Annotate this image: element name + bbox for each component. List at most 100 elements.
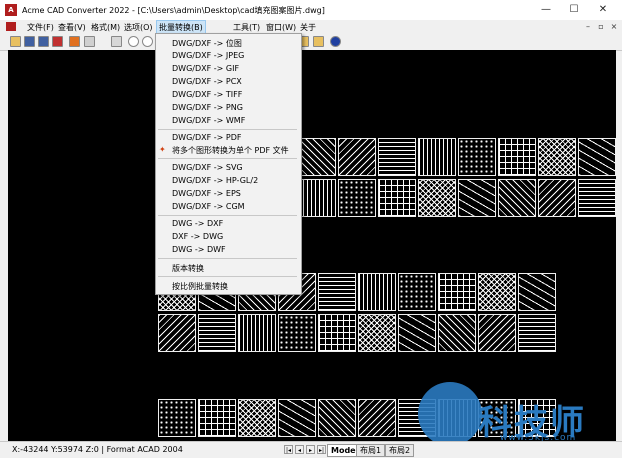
hatch-pattern xyxy=(358,273,396,311)
menu-item-dwg-to-dwf[interactable]: DWG -> DWF xyxy=(172,245,226,254)
menu-bar: 文件(F) 查看(V) 格式(M) 选项(O) 批量转换(B) 工具(T) 窗口… xyxy=(0,20,622,35)
close-button[interactable]: ✕ xyxy=(590,2,616,18)
hatch-pattern xyxy=(538,179,576,217)
drawing-canvas[interactable] xyxy=(8,50,616,441)
home-icon[interactable] xyxy=(313,36,324,47)
toolbar xyxy=(0,34,622,51)
hatch-pattern xyxy=(198,399,236,437)
menu-file[interactable]: 文件(F) xyxy=(27,22,54,33)
hatch-pattern xyxy=(398,314,436,352)
menu-item-gif[interactable]: DWG/DXF -> GIF xyxy=(172,64,239,73)
hatch-pattern xyxy=(458,138,496,176)
mdi-minimize-icon[interactable]: – xyxy=(583,22,593,32)
batch-convert-menu: DWG/DXF -> 位图 DWG/DXF -> JPEG DWG/DXF ->… xyxy=(155,33,302,295)
hatch-pattern xyxy=(318,314,356,352)
watermark-logo-icon xyxy=(418,382,482,446)
hatch-pattern xyxy=(478,314,516,352)
tab-layout1[interactable]: 布局1 xyxy=(356,444,386,457)
menu-item-pcx[interactable]: DWG/DXF -> PCX xyxy=(172,77,242,86)
first-tab-icon[interactable]: |◂ xyxy=(284,445,293,454)
hatch-pattern xyxy=(338,179,376,217)
tab-layout2[interactable]: 布局2 xyxy=(385,444,415,457)
hatch-pattern xyxy=(238,314,276,352)
save-as-icon[interactable] xyxy=(38,36,49,47)
title-bar: A Acme CAD Converter 2022 - [C:\Users\ad… xyxy=(0,0,622,21)
menu-item-pdf[interactable]: DWG/DXF -> PDF xyxy=(172,133,241,142)
hatch-pattern xyxy=(398,273,436,311)
hatch-pattern xyxy=(318,399,356,437)
menu-window[interactable]: 窗口(W) xyxy=(266,22,296,33)
menu-item-wmf[interactable]: DWG/DXF -> WMF xyxy=(172,116,245,125)
hatch-pattern xyxy=(518,314,556,352)
save-icon[interactable] xyxy=(24,36,35,47)
menu-item-eps[interactable]: DWG/DXF -> EPS xyxy=(172,189,241,198)
menu-format[interactable]: 格式(M) xyxy=(91,22,120,33)
hatch-pattern xyxy=(478,273,516,311)
open-icon[interactable] xyxy=(10,36,21,47)
window-title: Acme CAD Converter 2022 - [C:\Users\admi… xyxy=(22,6,325,15)
hatch-pattern xyxy=(578,138,616,176)
minimize-button[interactable]: — xyxy=(533,2,559,18)
hatch-pattern xyxy=(418,179,456,217)
hatch-pattern xyxy=(518,273,556,311)
hatch-pattern xyxy=(578,179,616,217)
last-tab-icon[interactable]: ▸| xyxy=(317,445,326,454)
hatch-pattern xyxy=(378,138,416,176)
hatch-pattern xyxy=(158,399,196,437)
zoom-icon[interactable] xyxy=(128,36,139,47)
menu-item-scale-batch[interactable]: 按比例批量转换 xyxy=(172,281,228,292)
print-icon[interactable] xyxy=(111,36,122,47)
hatch-pattern xyxy=(198,314,236,352)
menu-item-cgm[interactable]: DWG/DXF -> CGM xyxy=(172,202,245,211)
mdi-close-icon[interactable]: × xyxy=(609,22,619,32)
hatch-pattern xyxy=(458,179,496,217)
menu-options[interactable]: 选项(O) xyxy=(124,22,153,33)
menu-item-png[interactable]: DWG/DXF -> PNG xyxy=(172,103,243,112)
menu-item-bitmap[interactable]: DWG/DXF -> 位图 xyxy=(172,38,242,49)
hatch-pattern xyxy=(358,399,396,437)
hatch-pattern xyxy=(538,138,576,176)
hatch-pattern xyxy=(338,138,376,176)
menu-about[interactable]: 关于 xyxy=(300,22,316,33)
info-icon[interactable] xyxy=(330,36,341,47)
hatch-pattern xyxy=(358,314,396,352)
maximize-button[interactable]: ☐ xyxy=(561,2,587,18)
menu-item-dwg-to-dxf[interactable]: DWG -> DXF xyxy=(172,219,223,228)
hatch-pattern xyxy=(318,273,356,311)
hatch-pattern xyxy=(298,138,336,176)
menu-tools[interactable]: 工具(T) xyxy=(233,22,260,33)
menu-item-tiff[interactable]: DWG/DXF -> TIFF xyxy=(172,90,242,99)
hatch-pattern xyxy=(418,138,456,176)
menu-separator xyxy=(158,276,297,277)
menu-separator xyxy=(158,158,297,159)
zoom-in-icon[interactable] xyxy=(142,36,153,47)
hatch-pattern xyxy=(238,399,276,437)
next-tab-icon[interactable]: ▸ xyxy=(306,445,315,454)
mdi-restore-icon[interactable]: ▫ xyxy=(596,22,606,32)
properties-icon[interactable] xyxy=(84,36,95,47)
menu-separator xyxy=(158,258,297,259)
hatch-pattern xyxy=(438,314,476,352)
menu-item-multi-pdf[interactable]: 将多个图形转换为单个 PDF 文件 xyxy=(172,145,289,156)
hatch-pattern xyxy=(298,179,336,217)
convert-icon[interactable] xyxy=(52,36,63,47)
menu-item-svg[interactable]: DWG/DXF -> SVG xyxy=(172,163,243,172)
status-bar: X:-43244 Y:53974 Z:0 | Format ACAD 2004 … xyxy=(0,441,622,458)
batch-convert-icon[interactable] xyxy=(69,36,80,47)
hatch-pattern xyxy=(498,179,536,217)
menu-separator xyxy=(158,215,297,216)
hatch-pattern xyxy=(378,179,416,217)
menu-item-version-convert[interactable]: 版本转换 xyxy=(172,263,204,274)
menu-item-dxf-to-dwg[interactable]: DXF -> DWG xyxy=(172,232,223,241)
hatch-pattern xyxy=(278,399,316,437)
menu-item-hpgl2[interactable]: DWG/DXF -> HP-GL/2 xyxy=(172,176,258,185)
app-menu-icon[interactable] xyxy=(6,22,16,33)
prev-tab-icon[interactable]: ◂ xyxy=(295,445,304,454)
hatch-pattern xyxy=(438,273,476,311)
menu-separator xyxy=(158,129,297,130)
menu-item-jpeg[interactable]: DWG/DXF -> JPEG xyxy=(172,51,244,60)
multi-pdf-icon: ✦ xyxy=(159,145,166,154)
hatch-pattern xyxy=(498,138,536,176)
hatch-pattern xyxy=(278,314,316,352)
menu-view[interactable]: 查看(V) xyxy=(58,22,86,33)
